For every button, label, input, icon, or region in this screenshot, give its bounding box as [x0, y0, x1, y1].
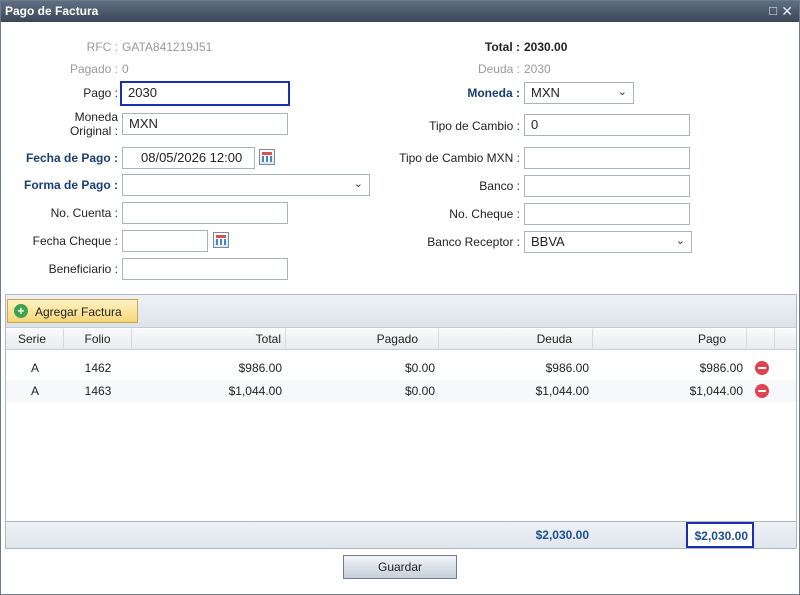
grid-toolbar: + Agregar Factura: [6, 295, 796, 328]
calendar-icon[interactable]: [259, 149, 275, 165]
cell-deuda: $1,044.00: [535, 384, 589, 398]
tipo-cambio-mxn-input[interactable]: [524, 147, 690, 169]
pago-input[interactable]: 2030: [120, 81, 290, 106]
fecha-cheque-input[interactable]: [122, 230, 208, 252]
chevron-down-icon: ⌄: [617, 86, 627, 98]
pagado-value: 0: [122, 62, 129, 76]
cell-folio: 1463: [84, 384, 112, 398]
title-bar: Pago de Factura □ ✕: [1, 1, 799, 22]
save-button[interactable]: Guardar: [343, 555, 457, 579]
cell-pago[interactable]: $986.00: [593, 357, 747, 379]
fecha-cheque-label: Fecha Cheque :: [32, 234, 118, 248]
header-total[interactable]: Total: [132, 329, 286, 350]
header-deuda[interactable]: Deuda: [439, 329, 593, 350]
table-row[interactable]: A 1462 $986.00 $0.00 $986.00 $986.00: [6, 357, 796, 379]
banco-label: Banco :: [479, 179, 520, 193]
cell-serie: A: [30, 361, 39, 375]
add-invoice-label: Agregar Factura: [35, 305, 122, 319]
beneficiario-label: Beneficiario :: [48, 262, 118, 276]
forma-pago-select[interactable]: ⌄: [122, 174, 370, 196]
tipo-cambio-mxn-label: Tipo de Cambio MXN :: [399, 151, 520, 165]
cell-folio: 1462: [84, 361, 112, 375]
close-icon[interactable]: ✕: [781, 3, 793, 20]
grid-footer: $2,030.00 $2,030.00: [6, 521, 796, 548]
banco-receptor-value: BBVA: [531, 234, 565, 249]
cell-pagado: $0.00: [404, 361, 435, 375]
banco-receptor-select[interactable]: BBVA ⌄: [524, 231, 692, 253]
total-label: Total :: [484, 40, 520, 54]
invoice-grid: + Agregar Factura Serie Folio Total Paga…: [5, 294, 797, 549]
header-pagado[interactable]: Pagado: [286, 329, 439, 350]
cell-deuda: $986.00: [545, 361, 589, 375]
fecha-pago-input[interactable]: 08/05/2026 12:00: [122, 147, 255, 169]
no-cheque-input[interactable]: [524, 203, 690, 225]
cell-total: $986.00: [238, 361, 282, 375]
header-actions: [747, 329, 775, 350]
header-serie[interactable]: Serie: [6, 329, 64, 350]
total-value: 2030.00: [524, 40, 568, 54]
cell-pagado: $0.00: [404, 384, 435, 398]
moneda-original-input[interactable]: MXN: [122, 113, 288, 135]
restore-icon[interactable]: □: [769, 3, 777, 18]
table-row[interactable]: A 1463 $1,044.00 $0.00 $1,044.00 $1,044.…: [6, 380, 796, 402]
payment-window: Pago de Factura □ ✕ RFC : GATA841219J51 …: [0, 0, 800, 595]
forma-pago-label: Forma de Pago :: [23, 178, 118, 192]
footer-pago-total: $2,030.00: [686, 522, 754, 548]
cell-pago[interactable]: $1,044.00: [593, 380, 747, 402]
beneficiario-input[interactable]: [122, 258, 288, 280]
no-cuenta-input[interactable]: [122, 202, 288, 224]
add-circle-icon: +: [14, 304, 28, 318]
banco-input[interactable]: [524, 175, 690, 197]
moneda-select[interactable]: MXN ⌄: [524, 82, 634, 104]
calendar-icon[interactable]: [213, 232, 229, 248]
cell-serie: A: [30, 384, 39, 398]
tipo-cambio-input[interactable]: 0: [524, 114, 690, 136]
rfc-value: GATA841219J51: [122, 40, 213, 54]
cell-total: $1,044.00: [228, 384, 282, 398]
no-cheque-label: No. Cheque :: [449, 207, 520, 221]
tipo-cambio-label: Tipo de Cambio :: [429, 119, 520, 133]
deuda-value: 2030: [524, 62, 551, 76]
header-spacer: [775, 329, 796, 350]
remove-circle-icon[interactable]: [755, 384, 769, 398]
banco-receptor-label: Banco Receptor :: [427, 235, 520, 249]
header-folio[interactable]: Folio: [64, 329, 132, 350]
moneda-label: Moneda :: [467, 86, 520, 100]
remove-circle-icon[interactable]: [755, 361, 769, 375]
footer-deuda-total: $2,030.00: [535, 528, 589, 542]
window-title: Pago de Factura: [5, 4, 99, 18]
add-invoice-button[interactable]: + Agregar Factura: [7, 299, 138, 323]
chevron-down-icon: ⌄: [353, 178, 363, 190]
header-pago[interactable]: Pago: [593, 329, 747, 350]
pagado-label: Pagado :: [69, 62, 118, 76]
no-cuenta-label: No. Cuenta :: [50, 206, 118, 220]
moneda-original-label: Moneda Original :: [69, 110, 118, 138]
moneda-value: MXN: [531, 85, 560, 100]
deuda-label: Deuda :: [477, 62, 520, 76]
rfc-label: RFC :: [86, 40, 118, 54]
pago-label: Pago :: [83, 86, 118, 100]
chevron-down-icon: ⌄: [675, 235, 685, 247]
fecha-pago-label: Fecha de Pago :: [25, 151, 118, 165]
grid-header: Serie Folio Total Pagado Deuda Pago: [6, 329, 796, 350]
